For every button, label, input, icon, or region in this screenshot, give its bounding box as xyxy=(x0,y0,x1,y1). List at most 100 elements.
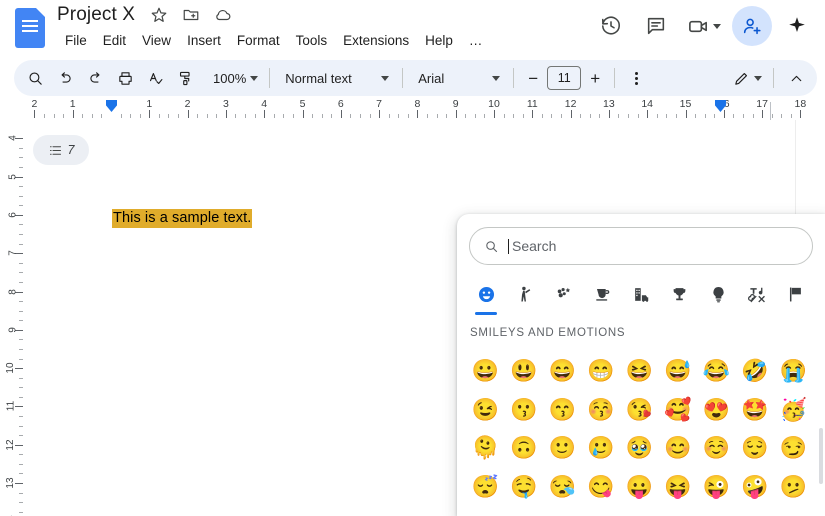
emoji-cell[interactable]: 😛 xyxy=(620,468,659,507)
document-body-text[interactable]: This is a sample text. xyxy=(112,209,253,228)
ruler-label: 1 xyxy=(69,98,76,110)
spellcheck-icon[interactable] xyxy=(140,63,170,93)
ruler-tick xyxy=(302,110,304,118)
category-animals-nature[interactable] xyxy=(544,276,583,312)
meet-camera-icon[interactable] xyxy=(681,6,727,46)
emoji-cell[interactable]: 😚 xyxy=(582,391,621,430)
emoji-cell[interactable]: 🫠 xyxy=(466,429,505,468)
category-people[interactable] xyxy=(506,276,545,312)
vertical-ruler[interactable]: 4567891011121314 xyxy=(0,120,25,516)
emoji-cell[interactable]: 😍 xyxy=(697,391,736,430)
emoji-cell[interactable]: 😋 xyxy=(582,468,621,507)
move-to-folder-icon[interactable] xyxy=(180,5,201,26)
category-objects[interactable] xyxy=(699,276,738,312)
horizontal-ruler[interactable]: 21123456789101112131415161718 xyxy=(0,98,825,120)
menu-extensions[interactable]: Extensions xyxy=(335,30,417,51)
menu-insert[interactable]: Insert xyxy=(179,30,229,51)
paint-format-icon[interactable] xyxy=(170,63,200,93)
ruler-tick-minor xyxy=(19,377,23,379)
emoji-cell[interactable]: 😌 xyxy=(736,429,775,468)
emoji-cell[interactable]: 🙂 xyxy=(543,429,582,468)
ruler-label: 2 xyxy=(184,98,191,110)
decrease-font-size-button[interactable]: − xyxy=(521,66,545,90)
menu-help[interactable]: Help xyxy=(417,30,461,51)
ruler-tick-minor xyxy=(19,339,23,341)
category-symbols[interactable] xyxy=(738,276,777,312)
ruler-tick xyxy=(15,368,23,370)
category-travel-places[interactable] xyxy=(622,276,661,312)
paragraph-style-selector[interactable]: Normal text xyxy=(277,64,395,92)
category-smileys-emotions[interactable] xyxy=(467,276,506,312)
ruler-tick-minor xyxy=(350,114,352,118)
emoji-cell[interactable]: 🤣 xyxy=(736,352,775,391)
gemini-spark-icon[interactable] xyxy=(777,6,817,46)
share-person-add-icon[interactable] xyxy=(732,6,772,46)
menu-edit[interactable]: Edit xyxy=(95,30,134,51)
font-family-selector[interactable]: Arial xyxy=(410,64,506,92)
emoji-cell[interactable]: 😗 xyxy=(505,391,544,430)
ruler-tick-minor xyxy=(398,114,400,118)
emoji-cell[interactable]: 😉 xyxy=(466,391,505,430)
emoji-cell[interactable]: 😁 xyxy=(582,352,621,391)
star-icon[interactable] xyxy=(148,5,169,26)
emoji-cell[interactable]: 🥳 xyxy=(774,391,813,430)
emoji-section-title: SMILEYS AND EMOTIONS xyxy=(470,327,626,339)
ruler-tick-minor xyxy=(656,114,658,118)
ruler-tick-minor xyxy=(19,167,23,169)
emoji-cell[interactable]: 🫤 xyxy=(774,468,813,507)
zoom-selector[interactable]: 100% xyxy=(205,64,262,92)
comment-icon[interactable] xyxy=(636,6,676,46)
menu-format[interactable]: Format xyxy=(229,30,288,51)
ruler-label: 4 xyxy=(261,98,268,110)
emoji-scroll-area[interactable]: SMILEYS AND EMOTIONS 😀 😃 😄 😁 😆 😅 😂 🤣 😭 😉 😗 😙 😚 😘 🥰 😍 🤩 🥳 🫠… xyxy=(457,318,825,516)
category-food-drink[interactable] xyxy=(583,276,622,312)
emoji-cell[interactable]: 😂 xyxy=(697,352,736,391)
redo-icon[interactable] xyxy=(80,63,110,93)
category-flags[interactable] xyxy=(776,276,815,312)
emoji-cell[interactable]: 😄 xyxy=(543,352,582,391)
panel-scrollbar[interactable] xyxy=(819,428,823,484)
cloud-saved-icon[interactable] xyxy=(212,5,233,26)
chevron-up-icon[interactable] xyxy=(781,63,811,93)
emoji-cell[interactable]: 😘 xyxy=(620,391,659,430)
ruler-tick xyxy=(225,110,227,118)
emoji-cell[interactable]: 🥲 xyxy=(582,429,621,468)
emoji-cell[interactable]: 🤪 xyxy=(736,468,775,507)
emoji-cell[interactable]: 🙃 xyxy=(505,429,544,468)
menu-file[interactable]: File xyxy=(57,30,95,51)
emoji-cell[interactable]: 😭 xyxy=(774,352,813,391)
menu-view[interactable]: View xyxy=(134,30,179,51)
emoji-cell[interactable]: ☺️ xyxy=(697,429,736,468)
document-title[interactable]: Project X xyxy=(57,4,137,26)
emoji-cell[interactable]: 😏 xyxy=(774,429,813,468)
ruler-tick-minor xyxy=(589,114,591,118)
emoji-search-input[interactable]: Search xyxy=(469,227,813,265)
emoji-cell[interactable]: 😪 xyxy=(543,468,582,507)
emoji-cell[interactable]: 😙 xyxy=(543,391,582,430)
search-icon[interactable] xyxy=(20,63,50,93)
emoji-cell[interactable]: 😃 xyxy=(505,352,544,391)
menu-tools[interactable]: Tools xyxy=(288,30,336,51)
emoji-cell[interactable]: 😴 xyxy=(466,468,505,507)
editing-mode-selector[interactable] xyxy=(729,64,766,92)
emoji-cell[interactable]: 😜 xyxy=(697,468,736,507)
emoji-cell[interactable]: 😀 xyxy=(466,352,505,391)
emoji-cell[interactable]: 🥹 xyxy=(620,429,659,468)
emoji-cell[interactable]: 🤤 xyxy=(505,468,544,507)
version-history-icon[interactable] xyxy=(591,6,631,46)
more-vertical-icon[interactable] xyxy=(622,64,650,92)
undo-icon[interactable] xyxy=(50,63,80,93)
font-size-input[interactable] xyxy=(547,66,582,90)
emoji-cell[interactable]: 😅 xyxy=(659,352,698,391)
emoji-cell[interactable]: 🥰 xyxy=(659,391,698,430)
emoji-cell[interactable]: 🤩 xyxy=(736,391,775,430)
emoji-cell[interactable]: 😊 xyxy=(659,429,698,468)
emoji-cell[interactable]: 😝 xyxy=(659,468,698,507)
print-icon[interactable] xyxy=(110,63,140,93)
menu-more[interactable]: … xyxy=(461,30,491,51)
emoji-cell[interactable]: 😆 xyxy=(620,352,659,391)
document-outline-button[interactable]: 7 xyxy=(33,135,89,165)
category-activities-events[interactable] xyxy=(660,276,699,312)
increase-font-size-button[interactable]: + xyxy=(583,66,607,90)
indent-marker-left[interactable] xyxy=(106,100,117,112)
